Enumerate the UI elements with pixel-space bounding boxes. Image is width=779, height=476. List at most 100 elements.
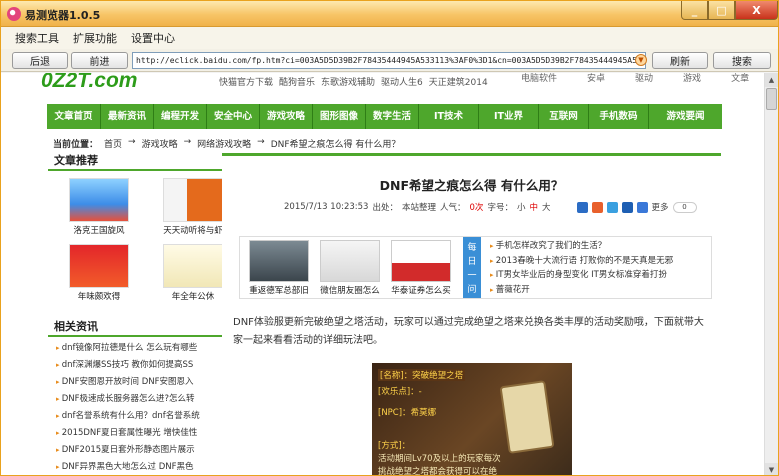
featured-thumbnail[interactable] <box>320 240 380 282</box>
breadcrumb-item[interactable]: 网络游戏攻略 <box>197 137 251 150</box>
cat-programming[interactable]: 编程开发 <box>154 104 207 129</box>
cat-it-tech[interactable]: IT技术 <box>419 104 479 129</box>
vertical-scrollbar[interactable]: ▲ ▼ <box>764 73 778 475</box>
close-button[interactable]: X <box>735 1 778 20</box>
image-method-text: 活动期间Lv70及以上的玩家每次 <box>378 454 501 464</box>
menu-settings[interactable]: 设置中心 <box>131 30 175 46</box>
top-link[interactable]: 驱动人生6 <box>381 75 423 88</box>
daily-link[interactable]: 蔷薇花开 <box>490 283 673 298</box>
cat-home[interactable]: 文章首页 <box>47 104 101 129</box>
recommend-item[interactable]: 天天动听将与虾 <box>154 178 232 240</box>
font-medium-button[interactable]: 中 <box>529 201 538 213</box>
font-size-label: 字号： <box>487 203 513 213</box>
cat-digital-life[interactable]: 数字生活 <box>366 104 419 129</box>
daily-link[interactable]: 手机怎样改究了我们的生活？ <box>490 239 673 254</box>
scroll-up-icon[interactable]: ▲ <box>765 73 778 87</box>
recommend-item[interactable]: 年全年公休 <box>154 244 232 306</box>
top-nav-item[interactable]: 电脑软件 <box>521 73 557 84</box>
app-logo-icon <box>7 7 21 21</box>
scroll-down-icon[interactable]: ▼ <box>765 463 778 475</box>
recommend-caption[interactable]: 洛克王国旋风 <box>60 224 138 236</box>
related-link[interactable]: DNF极速成长服务器怎么进?怎么转 <box>56 391 223 408</box>
featured-thumbnail[interactable] <box>249 240 309 282</box>
top-link[interactable]: 天正建筑2014 <box>429 75 488 88</box>
cat-graphics[interactable]: 图形图像 <box>313 104 366 129</box>
share-qq-icon[interactable] <box>606 201 618 213</box>
share-weibo-icon[interactable] <box>591 201 603 213</box>
featured-item[interactable]: 华泰证券怎么买 <box>390 240 452 296</box>
top-link[interactable]: 东歌游戏辅助 <box>321 75 375 88</box>
address-dropdown-icon[interactable]: ▼ <box>635 54 647 66</box>
share-more-icon[interactable] <box>636 201 648 213</box>
recommend-thumbnail[interactable] <box>69 178 129 222</box>
font-large-button[interactable]: 大 <box>542 201 551 213</box>
featured-box: 重返德军总部旧 微信朋友圈怎么 华泰证券怎么买 每 日 一 问 手机怎样 <box>239 236 712 299</box>
share-renren-icon[interactable] <box>621 201 633 213</box>
image-value: 希莫娜 <box>410 408 437 418</box>
related-link[interactable]: DNF2015夏日套外形静态图片展示 <box>56 442 223 459</box>
related-link[interactable]: dnf深渊爆SS技巧 教你如何提高SS <box>56 357 223 374</box>
top-link[interactable]: 快猫官方下载 <box>219 75 273 88</box>
featured-item[interactable]: 重返德军总部旧 <box>248 240 310 296</box>
top-nav-item[interactable]: 驱动 <box>635 73 653 84</box>
cat-security[interactable]: 安全中心 <box>207 104 260 129</box>
minimize-button[interactable]: _ <box>681 1 708 20</box>
back-button[interactable]: 后退 <box>12 52 68 69</box>
image-label: [欢乐点]： <box>378 387 419 397</box>
site-logo[interactable]: 0Z2T.com <box>41 73 137 93</box>
featured-item[interactable]: 微信朋友圈怎么 <box>319 240 381 296</box>
featured-caption[interactable]: 微信朋友圈怎么 <box>319 284 381 296</box>
top-nav-item[interactable]: 文章 <box>731 73 749 84</box>
forward-button[interactable]: 前进 <box>71 52 128 69</box>
scroll-thumb[interactable] <box>766 88 777 110</box>
refresh-button[interactable]: 刷新 <box>652 52 708 69</box>
cat-mobile[interactable]: 手机数码 <box>589 104 649 129</box>
related-link[interactable]: 2015DNF夏日套属性曝光 增快佳性 <box>56 425 223 442</box>
related-link[interactable]: DNF安图恩开放时间 DNF安图恩入 <box>56 374 223 391</box>
related-link[interactable]: dnf镜像阿拉德是什么 怎么玩有哪些 <box>56 340 223 357</box>
image-points-line: [欢乐点]：- <box>378 385 422 397</box>
menu-extensions[interactable]: 扩展功能 <box>73 30 117 46</box>
share-more-label[interactable]: 更多 <box>652 201 669 213</box>
image-method-text: 挑战绝望之塔都会获得可以在绝 <box>378 467 498 476</box>
share-qzone-icon[interactable] <box>576 201 588 213</box>
cat-news[interactable]: 最新资讯 <box>101 104 154 129</box>
daily-link[interactable]: IT男女毕业后的身型变化 IT男女标准穿着打扮 <box>490 268 673 283</box>
article-source: 本站整理 <box>401 203 436 213</box>
recommend-thumbnail[interactable] <box>163 178 223 222</box>
daily-list: 手机怎样改究了我们的生活？ 2013春晚十大流行语 打败你的不是天真是无邪 IT… <box>490 239 673 297</box>
breadcrumb-item[interactable]: 首页 <box>104 137 122 150</box>
related-link[interactable]: DNF异界黑色大地怎么过 DNF黑色 <box>56 459 223 475</box>
daily-link[interactable]: 2013春晚十大流行语 打败你的不是天真是无邪 <box>490 254 673 269</box>
maximize-button[interactable]: □ <box>708 1 735 20</box>
menu-search-tools[interactable]: 搜索工具 <box>15 30 59 46</box>
daily-question-tag: 每 日 一 问 <box>463 237 481 298</box>
featured-caption[interactable]: 重返德军总部旧 <box>248 284 310 296</box>
recommend-caption[interactable]: 天天动听将与虾 <box>154 224 232 236</box>
top-link[interactable]: 酷狗音乐 <box>279 75 315 88</box>
font-small-button[interactable]: 小 <box>517 201 526 213</box>
recommend-thumbnail[interactable] <box>163 244 223 288</box>
address-input[interactable]: http://eclick.baidu.com/fp.htm?ci=003A5D… <box>132 52 646 69</box>
top-nav-item[interactable]: 安卓 <box>587 73 605 84</box>
cat-internet[interactable]: 互联网 <box>539 104 589 129</box>
recommend-item[interactable]: 年味颇欢得 <box>60 244 138 306</box>
recommend-thumbnail[interactable] <box>69 244 129 288</box>
cat-game-guides[interactable]: 游戏攻略 <box>260 104 313 129</box>
article-title: DNF希望之痕怎么得 有什么用？ <box>379 178 564 193</box>
recommend-caption[interactable]: 年全年公休 <box>154 290 232 302</box>
featured-caption[interactable]: 华泰证券怎么买 <box>390 284 452 296</box>
article-date: 2015/7/13 10:23:53 <box>284 202 369 212</box>
recommend-item[interactable]: 洛克王国旋风 <box>60 178 138 240</box>
cat-it-industry[interactable]: IT业界 <box>479 104 539 129</box>
breadcrumb-item[interactable]: 游戏攻略 <box>142 137 178 150</box>
related-link[interactable]: dnf名誉系统有什么用？dnf名誉系统 <box>56 408 223 425</box>
top-nav-item[interactable]: 游戏 <box>683 73 701 84</box>
article-popularity: 0次 <box>469 203 484 213</box>
search-button[interactable]: 搜索 <box>713 52 771 69</box>
article: DNF希望之痕怎么得 有什么用？ 2015/7/13 10:23:53 出处： … <box>222 153 721 476</box>
cat-game-news[interactable]: 游戏要闻 <box>649 104 722 129</box>
title-bar[interactable]: 易测览器1.0.5 _ □ X <box>1 1 778 27</box>
featured-thumbnail[interactable] <box>391 240 451 282</box>
recommend-caption[interactable]: 年味颇欢得 <box>60 290 138 302</box>
